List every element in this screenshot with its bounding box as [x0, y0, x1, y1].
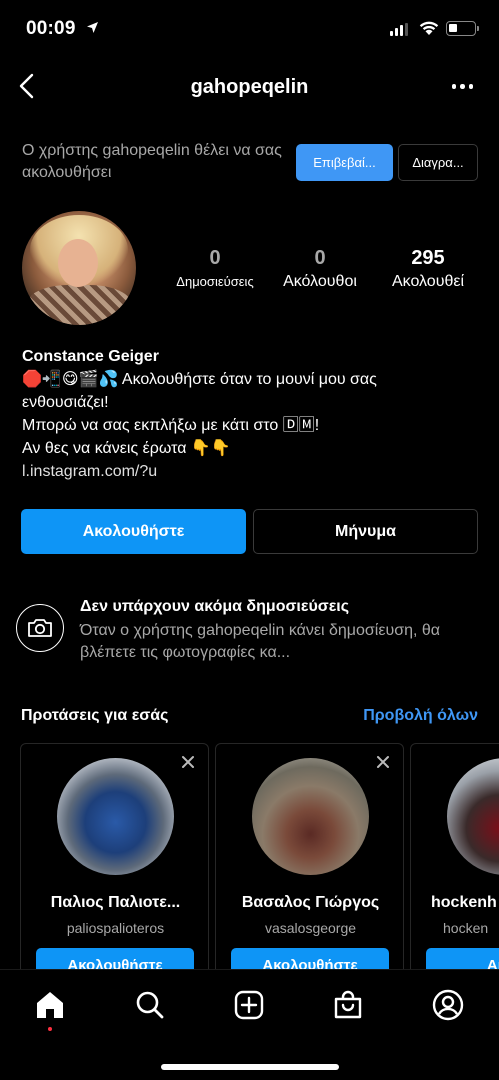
confirm-request-button[interactable]: Επιβεβαί...: [296, 144, 393, 181]
suggestion-follow-button[interactable]: Ακολ: [426, 948, 499, 969]
suggestion-avatar[interactable]: [57, 758, 174, 875]
message-button[interactable]: Μήνυμα: [253, 509, 478, 554]
bio-line: 🛑📲😋🎬💦 Ακολουθήστε όταν το μουνί μου σας: [22, 371, 377, 388]
close-icon[interactable]: [180, 754, 196, 770]
empty-posts-title: Δεν υπάρχουν ακόμα δημοσιεύσεις: [80, 598, 350, 615]
profile-name: Constance Geiger: [22, 348, 159, 365]
suggestions-header: Προτάσεις για εσάς Προβολή όλων: [0, 705, 499, 731]
tab-shop[interactable]: [331, 988, 365, 1022]
more-options-button[interactable]: [451, 84, 473, 89]
suggestion-name: Παλιος Παλιοτε...: [50, 894, 181, 911]
bio-link[interactable]: l.instagram.com/?u: [22, 460, 482, 483]
profile-avatar[interactable]: [22, 211, 136, 325]
nav-header: gahopeqelin: [0, 62, 499, 116]
bio-line: Αν θες να κάνεις έρωτα 👇👇: [22, 440, 231, 457]
location-arrow-icon: [87, 22, 98, 33]
bio-line: Μπορώ να σας εκπλήξω με κάτι στο 🄳🄼!: [22, 417, 320, 434]
suggestion-avatar[interactable]: [447, 758, 499, 875]
follow-request-banner: Ο χρήστης gahopeqelin θέλει να σας ακολο…: [0, 138, 499, 190]
suggestion-follow-button[interactable]: Ακολουθήστε: [36, 948, 194, 969]
battery-icon: [446, 21, 479, 36]
posts-count: 0: [209, 247, 221, 269]
home-icon: [37, 992, 63, 1018]
dot: [468, 84, 473, 89]
status-time: 00:09: [26, 18, 76, 39]
empty-posts-description: Όταν ο χρήστης gahopeqelin κάνει δημοσίε…: [80, 622, 441, 661]
following-label: Ακολουθεί: [391, 273, 465, 290]
suggestion-name: hockenh: [431, 894, 497, 911]
profile-icon: [432, 989, 464, 1021]
followers-count: 0: [314, 247, 326, 269]
new-post-icon: [234, 990, 264, 1020]
tab-search[interactable]: [133, 988, 167, 1022]
suggestion-card[interactable]: Βασαλος Γιώργος vasalosgeorge Ακολουθήστ…: [215, 743, 404, 969]
bio-line: ενθουσιάζει!: [22, 394, 109, 411]
suggestion-name: Βασαλος Γιώργος: [241, 894, 380, 911]
suggestions-carousel[interactable]: Παλιος Παλιοτε... paliospalioteros Ακολο…: [0, 743, 499, 969]
follow-request-text: Ο χρήστης gahopeqelin θέλει να σας ακολο…: [22, 142, 282, 181]
stat-followers[interactable]: 0 Ακόλουθοι: [272, 245, 368, 293]
following-count: 295: [411, 247, 445, 269]
follow-button[interactable]: Ακολουθήστε: [21, 509, 246, 554]
suggestion-username: vasalosgeorge: [264, 920, 357, 936]
stat-following[interactable]: 295 Ακολουθεί: [374, 245, 482, 293]
posts-label: Δημοσιεύσεις: [176, 274, 254, 289]
tab-home[interactable]: [33, 988, 67, 1022]
notification-dot: [48, 1027, 52, 1031]
search-icon: [136, 991, 164, 1019]
tab-profile[interactable]: [431, 988, 465, 1022]
suggestion-card[interactable]: Παλιος Παλιοτε... paliospalioteros Ακολο…: [20, 743, 209, 969]
cellular-signal-icon: [390, 23, 408, 36]
suggestion-follow-button[interactable]: Ακολουθήστε: [231, 948, 389, 969]
profile-bio: Constance Geiger 🛑📲😋🎬💦 Ακολουθήστε όταν …: [22, 345, 482, 483]
dot: [460, 84, 465, 89]
tab-new-post[interactable]: [232, 988, 266, 1022]
profile-stats: 0 Δημοσιεύσεις 0 Ακόλουθοι 295 Ακολουθεί: [160, 245, 482, 295]
camera-icon: [16, 604, 64, 652]
close-icon[interactable]: [375, 754, 391, 770]
delete-request-button[interactable]: Διαγρα...: [398, 144, 478, 181]
suggestion-card[interactable]: hockenh hocken Ακολ: [410, 743, 499, 969]
status-bar: 00:09: [0, 0, 499, 58]
suggestion-username: hocken: [443, 920, 489, 936]
empty-posts-section: Δεν υπάρχουν ακόμα δημοσιεύσεις Όταν ο χ…: [0, 594, 499, 664]
home-indicator: [161, 1064, 339, 1070]
see-all-link[interactable]: Προβολή όλων: [363, 707, 478, 725]
dot: [451, 84, 456, 89]
stat-posts[interactable]: 0 Δημοσιεύσεις: [160, 245, 270, 293]
shop-icon: [334, 990, 362, 1019]
page-title: gahopeqelin: [190, 76, 309, 98]
followers-label: Ακόλουθοι: [283, 273, 357, 290]
suggestion-avatar[interactable]: [252, 758, 369, 875]
suggestions-title: Προτάσεις για εσάς: [21, 707, 169, 724]
bottom-tab-bar: [0, 969, 499, 1080]
wifi-icon: [419, 21, 439, 35]
suggestion-username: paliospalioteros: [66, 920, 165, 936]
